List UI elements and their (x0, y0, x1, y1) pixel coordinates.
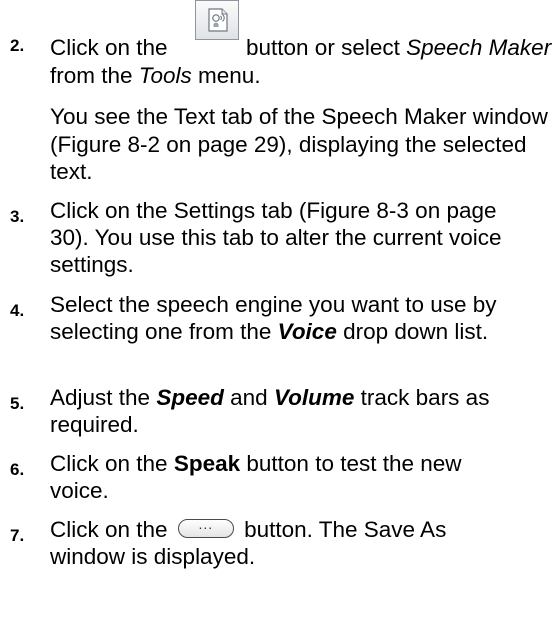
ellipsis-icon: ... (198, 516, 214, 532)
step-text-part: drop down list. (343, 319, 489, 344)
speech-maker-button (195, 0, 239, 40)
step-text-part: button or select (246, 35, 400, 60)
voice-field-name: Voice (277, 319, 337, 344)
step-text-part: and (230, 385, 268, 410)
speak-button-name: Speak (173, 451, 241, 476)
speed-field-name: Speed (156, 385, 224, 410)
step-2-continuation: from the Tools menu. (50, 62, 550, 89)
ellipsis-button: ... (177, 516, 234, 538)
step-line: Click on the (50, 34, 168, 61)
step-number: 7. (10, 526, 25, 545)
step-text-part: Click on the (50, 451, 168, 476)
step-text-part: Adjust the (50, 385, 151, 410)
menu-item-name: Speech Maker (406, 35, 552, 60)
volume-field-name: Volume (273, 385, 355, 410)
speech-maker-icon (208, 8, 228, 32)
step-text: Select the speech engine you want to use… (50, 291, 560, 345)
step-text: Click on the Speak button to test the ne… (50, 450, 520, 504)
step-number: 6. (10, 460, 25, 479)
step-number: 5. (10, 394, 25, 413)
step-text-part: Click on the (50, 35, 168, 60)
step-text: Adjust the Speed and Volume track bars a… (50, 384, 540, 438)
step-text-part: from the (50, 63, 133, 88)
step-text: Click on the ... button. The Save As win… (50, 516, 520, 570)
step-number: 2. (10, 36, 25, 55)
document-page: 2. Click on the button or select Speech … (0, 0, 560, 617)
step-2-note: You see the Text tab of the Speech Maker… (50, 104, 548, 184)
step-number: 4. (10, 301, 25, 320)
step-text: Click on the Settings tab (Figure 8-3 on… (50, 198, 502, 277)
step-number: 3. (10, 207, 25, 226)
step-line: button or select Speech Maker (246, 34, 551, 61)
step-text-part: menu. (198, 63, 261, 88)
menu-name: Tools (138, 63, 192, 88)
step-text-part: Click on the (50, 517, 168, 542)
